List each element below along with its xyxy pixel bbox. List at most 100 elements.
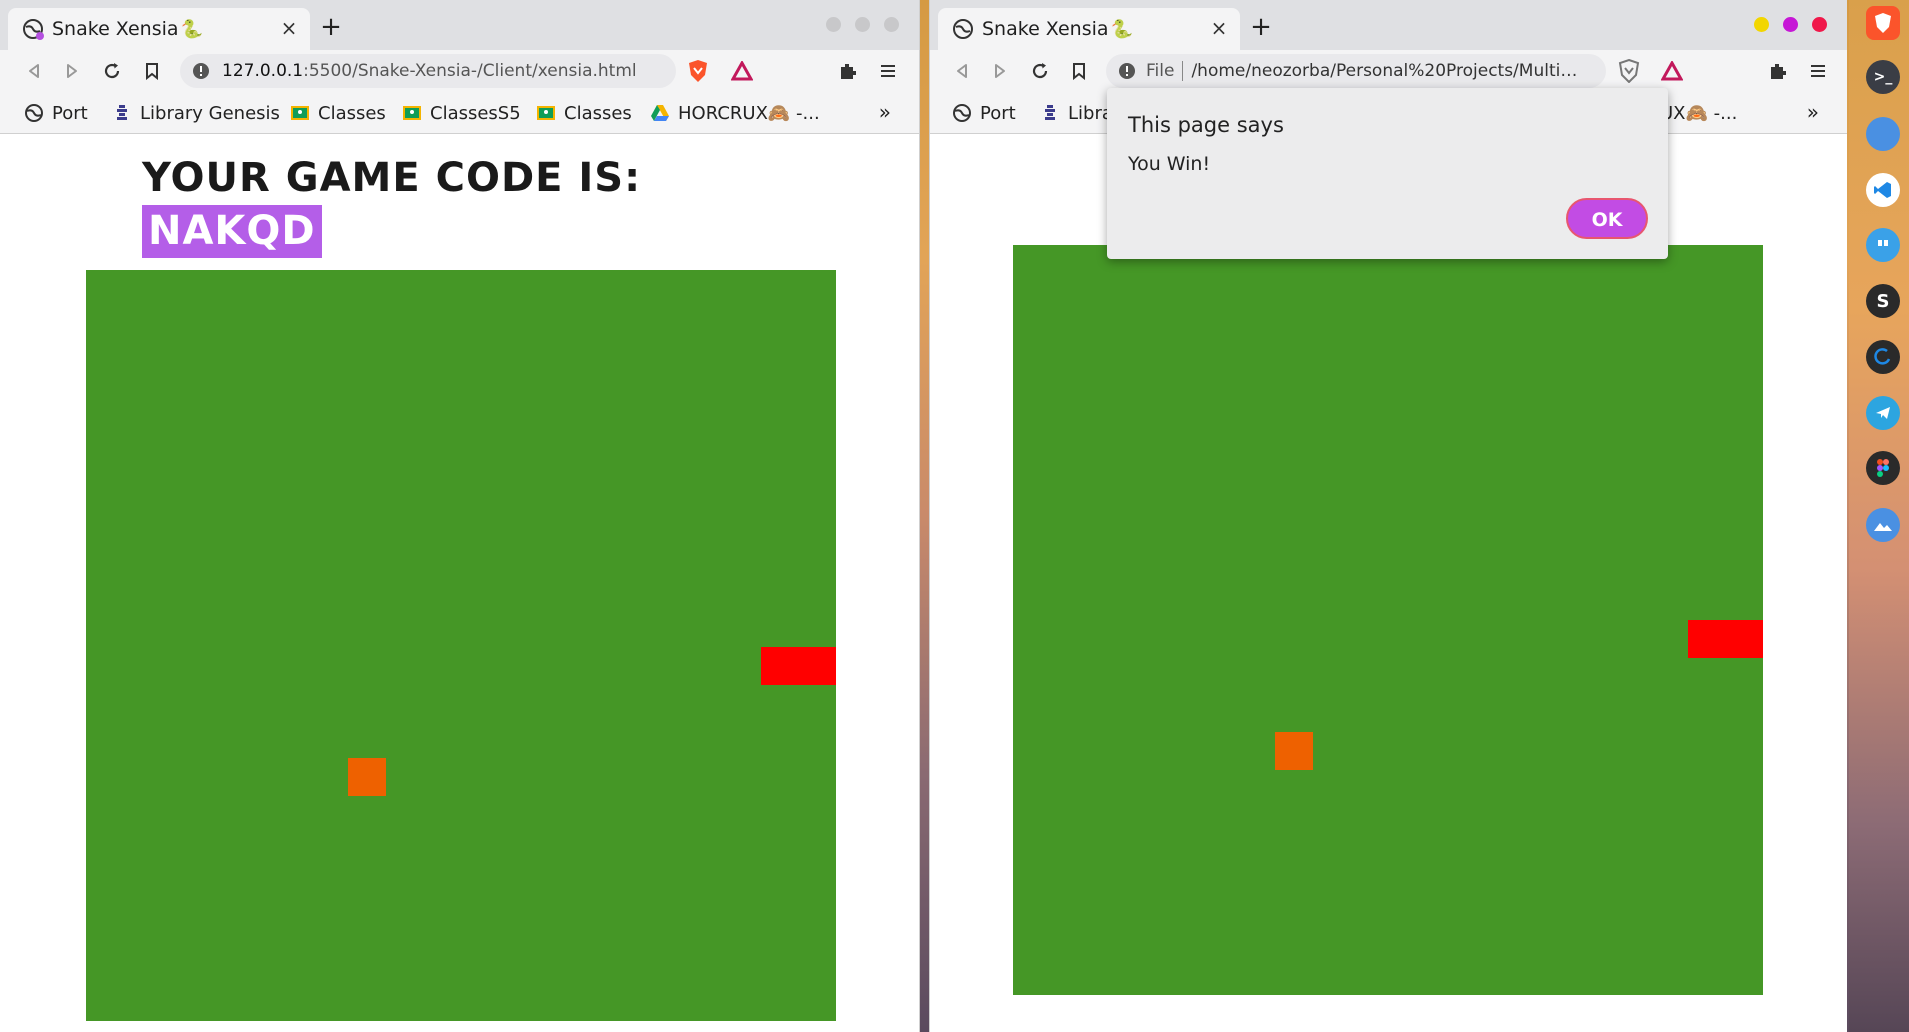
- wallpaper-app-icon[interactable]: [1866, 508, 1900, 542]
- brave-shields-icon[interactable]: [1617, 59, 1641, 83]
- tab-bar: Snake Xensia 🐍 × +: [0, 0, 919, 50]
- snake-emoji-icon: 🐍: [1110, 19, 1133, 40]
- back-icon[interactable]: [22, 59, 46, 83]
- bookmark-label: Classes: [318, 102, 386, 124]
- classroom-icon: [402, 103, 422, 123]
- library-icon: [1040, 103, 1060, 123]
- s-app-icon[interactable]: S: [1866, 284, 1900, 318]
- bookmark-label: HORCRUX🙈 -...: [678, 102, 820, 124]
- bookmark-item-library-genesis[interactable]: Libra: [1040, 100, 1113, 126]
- clock-app-icon[interactable]: [1866, 340, 1900, 374]
- back-icon[interactable]: [950, 59, 974, 83]
- forward-icon[interactable]: [60, 59, 84, 83]
- tab-snake-xensia[interactable]: Snake Xensia 🐍 ×: [8, 8, 310, 50]
- info-icon[interactable]: [1118, 62, 1136, 80]
- close-window-button[interactable]: [884, 17, 899, 32]
- s-app-label: S: [1876, 290, 1890, 312]
- tab-close-icon[interactable]: ×: [1208, 17, 1230, 39]
- tab-snake-xensia[interactable]: Snake Xensia 🐍 ×: [938, 8, 1240, 50]
- menu-icon[interactable]: [1806, 59, 1830, 83]
- bookmarks-bar: Port Library Genesis Classes ClassesS5 C…: [0, 92, 919, 134]
- info-icon[interactable]: [192, 62, 210, 80]
- bookmark-label: Classes: [564, 102, 632, 124]
- bookmark-item-port[interactable]: Port: [952, 100, 1016, 126]
- dock: >_ S: [1849, 0, 1909, 1032]
- address-bar[interactable]: 127.0.0.1:5500/Snake-Xensia-/Client/xens…: [180, 54, 676, 88]
- address-bar[interactable]: File /home/neozorba/Personal%20Projects/…: [1106, 54, 1606, 88]
- classroom-icon: [536, 103, 556, 123]
- tab-bar: Snake Xensia 🐍 × +: [930, 0, 1847, 50]
- tab-title: Snake Xensia 🐍: [982, 18, 1133, 40]
- bookmarks-more-button[interactable]: »: [1807, 100, 1819, 124]
- bookmark-item-classes[interactable]: Classes: [290, 100, 386, 126]
- snake-body: [1688, 620, 1763, 658]
- classroom-icon: [290, 103, 310, 123]
- alert-dialog: This page says You Win! OK: [1107, 88, 1668, 259]
- chrome-icon[interactable]: [1866, 117, 1900, 151]
- bookmark-item-port[interactable]: Port: [24, 100, 88, 126]
- game-board[interactable]: [1013, 245, 1763, 995]
- snake-body: [761, 647, 836, 685]
- window-controls: [1754, 17, 1827, 32]
- bookmark-icon[interactable]: [1067, 59, 1091, 83]
- page-content: [930, 135, 1847, 1032]
- figma-icon[interactable]: [1866, 451, 1900, 485]
- close-window-button[interactable]: [1812, 17, 1827, 32]
- maximize-button[interactable]: [855, 17, 870, 32]
- game-code-value: NAKQD: [142, 205, 322, 258]
- bookmark-item-horcrux[interactable]: UX🙈 -...: [1660, 100, 1737, 126]
- toolbar: File /home/neozorba/Personal%20Projects/…: [930, 50, 1847, 92]
- extensions-icon[interactable]: [836, 59, 860, 83]
- vscode-icon[interactable]: [1866, 173, 1900, 207]
- brave-rewards-icon[interactable]: [730, 59, 754, 83]
- url-text: /home/neozorba/Personal%20Projects/Multi…: [1191, 61, 1582, 81]
- bookmark-label: ClassesS5: [430, 102, 521, 124]
- reload-icon[interactable]: [1028, 59, 1052, 83]
- bookmarks-more-button[interactable]: »: [879, 100, 891, 124]
- game-board[interactable]: [86, 270, 836, 1021]
- bookmark-label: UX🙈 -...: [1660, 102, 1738, 124]
- terminal-icon[interactable]: >_: [1866, 60, 1900, 94]
- browser-window-left: Snake Xensia 🐍 × + 127.0.0.1:5500/Snake-X…: [0, 0, 920, 1032]
- bookmark-label: Port: [52, 102, 88, 124]
- tab-title: Snake Xensia 🐍: [52, 18, 203, 40]
- window-controls: [826, 17, 899, 32]
- extensions-icon[interactable]: [1766, 59, 1790, 83]
- globe-icon: [24, 103, 44, 123]
- reload-icon[interactable]: [100, 59, 124, 83]
- brave-icon[interactable]: [1866, 6, 1900, 40]
- brave-shields-icon[interactable]: [686, 59, 710, 83]
- dialog-message: You Win!: [1128, 153, 1211, 175]
- food-item: [348, 758, 386, 796]
- forward-icon[interactable]: [988, 59, 1012, 83]
- bookmark-item-horcrux[interactable]: HORCRUX🙈 -...: [650, 100, 820, 126]
- snake-emoji-icon: 🐍: [180, 19, 203, 40]
- bookmark-label: Library Genesis: [140, 102, 280, 124]
- globe-icon: [952, 18, 974, 40]
- new-tab-button[interactable]: +: [318, 14, 344, 41]
- bookmark-icon[interactable]: [140, 59, 164, 83]
- bookmark-item-classes-2[interactable]: Classes: [536, 100, 632, 126]
- bookmark-item-classess5[interactable]: ClassesS5: [402, 100, 521, 126]
- maximize-button[interactable]: [1783, 17, 1798, 32]
- toolbar: 127.0.0.1:5500/Snake-Xensia-/Client/xens…: [0, 50, 919, 92]
- food-item: [1275, 732, 1313, 770]
- new-tab-button[interactable]: +: [1248, 14, 1274, 41]
- dialog-title: This page says: [1128, 113, 1284, 137]
- menu-icon[interactable]: [876, 59, 900, 83]
- bookmark-item-library-genesis[interactable]: Library Genesis: [112, 100, 280, 126]
- tab-close-icon[interactable]: ×: [278, 17, 300, 39]
- minimize-button[interactable]: [826, 17, 841, 32]
- game-code-heading: YOUR GAME CODE IS:: [142, 155, 642, 201]
- brave-rewards-icon[interactable]: [1660, 59, 1684, 83]
- telegram-icon[interactable]: [1866, 396, 1900, 430]
- chat-icon[interactable]: [1866, 228, 1900, 262]
- url-text: 127.0.0.1:5500/Snake-Xensia-/Client/xens…: [222, 61, 637, 81]
- page-content: YOUR GAME CODE IS: NAKQD: [0, 135, 919, 1032]
- minimize-button[interactable]: [1754, 17, 1769, 32]
- library-icon: [112, 103, 132, 123]
- google-drive-icon: [650, 103, 670, 123]
- terminal-label: >_: [1873, 69, 1893, 85]
- globe-icon: [22, 18, 44, 40]
- dialog-ok-button[interactable]: OK: [1566, 198, 1648, 239]
